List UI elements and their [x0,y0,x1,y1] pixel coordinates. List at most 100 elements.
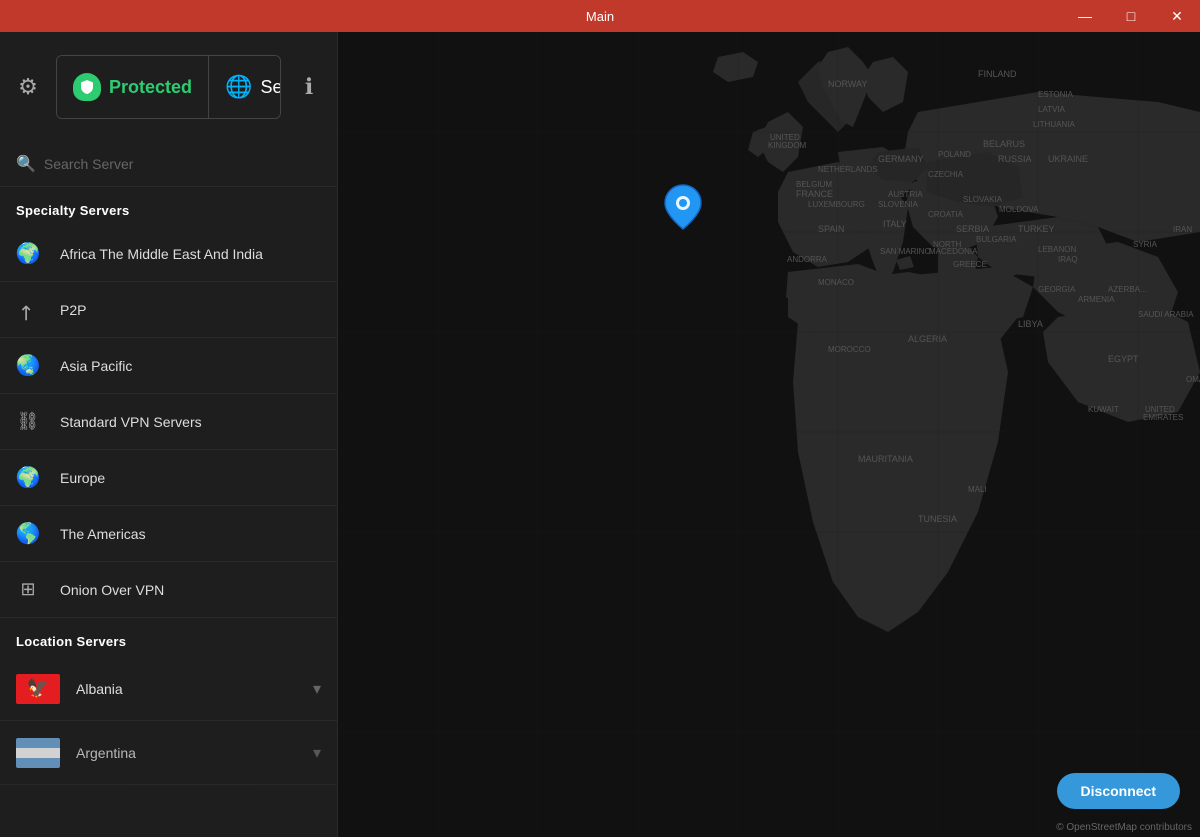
svg-text:OMAN: OMAN [1186,375,1200,384]
menu-label-asia: Asia Pacific [60,358,132,374]
disconnect-button[interactable]: Disconnect [1057,773,1180,809]
settings-button[interactable] [8,75,48,99]
svg-text:ARMENIA: ARMENIA [1078,295,1115,304]
location-item-argentina[interactable]: Argentina ▾ [0,721,337,785]
menu-item-standard[interactable]: ⛓ Standard VPN Servers [0,394,337,450]
svg-text:ITALY: ITALY [883,219,907,229]
svg-text:MAURITANIA: MAURITANIA [858,454,913,464]
svg-text:TURKEY: TURKEY [1018,224,1055,234]
shield-icon [73,73,101,101]
svg-text:MALI: MALI [968,485,987,494]
location-label-argentina: Argentina [76,745,297,761]
search-input[interactable] [44,156,321,172]
svg-text:MOROCCO: MOROCCO [828,345,871,354]
menu-item-asia[interactable]: 🌏 Asia Pacific [0,338,337,394]
svg-text:BELGIUM: BELGIUM [796,180,832,189]
specialty-servers-header: Specialty Servers [0,187,337,226]
header-bar: Protected 🌐 Serbia ⇥ Log out inbody.5@gm… [0,32,337,142]
svg-text:GEORGIA: GEORGIA [1038,285,1076,294]
svg-text:LUXEMBOURG: LUXEMBOURG [808,200,865,209]
svg-text:MACEDONIA: MACEDONIA [929,247,978,256]
svg-text:CROATIA: CROATIA [928,210,964,219]
svg-text:AZERBA...: AZERBA... [1108,285,1147,294]
svg-text:KINGDOM: KINGDOM [768,141,807,150]
svg-text:MONACO: MONACO [818,278,854,287]
protected-label: Protected [109,77,192,98]
menu-label-africa: Africa The Middle East And India [60,246,263,262]
app-title: Main [586,9,614,24]
menu-label-onion: Onion Over VPN [60,582,164,598]
svg-text:IRAN: IRAN [1173,225,1192,234]
minimize-button[interactable]: — [1062,0,1108,32]
menu-item-onion[interactable]: ⊞ Onion Over VPN [0,562,337,618]
svg-text:MOLDOVA: MOLDOVA [999,205,1039,214]
globe-asia-icon: 🌏 [16,354,40,378]
location-section: 🌐 Serbia [209,56,281,118]
onion-icon: ⊞ [16,578,40,602]
svg-text:SPAIN: SPAIN [818,224,844,234]
osm-credit: © OpenStreetMap contributors [1056,822,1192,833]
svg-text:ALGERIA: ALGERIA [908,334,947,344]
maximize-button[interactable]: □ [1108,0,1154,32]
svg-text:RUSSIA: RUSSIA [998,154,1032,164]
gear-icon [16,75,40,99]
sidebar: Protected 🌐 Serbia ⇥ Log out inbody.5@gm… [0,32,338,837]
svg-text:GERMANY: GERMANY [878,154,924,164]
location-servers-header: Location Servers [0,618,337,657]
svg-text:SLOVENIA: SLOVENIA [878,200,919,209]
location-label-albania: Albania [76,681,297,697]
flag-albania [16,674,60,704]
svg-text:GREECE: GREECE [953,260,987,269]
info-icon [297,75,321,99]
svg-text:TUNESIA: TUNESIA [918,514,957,524]
title-bar: Main — □ ✕ [0,0,1200,32]
globe-europe-icon: 🌍 [16,466,40,490]
close-button[interactable]: ✕ [1154,0,1200,32]
svg-text:FRANCE: FRANCE [796,189,833,199]
svg-text:SLOVAKIA: SLOVAKIA [963,195,1003,204]
info-button[interactable] [289,75,329,99]
svg-text:KUWAIT: KUWAIT [1088,405,1119,414]
svg-text:ESTONIA: ESTONIA [1038,90,1074,99]
svg-text:EMIRATES: EMIRATES [1143,413,1183,422]
svg-text:LATVIA: LATVIA [1038,105,1066,114]
svg-text:BELARUS: BELARUS [983,139,1025,149]
svg-text:NETHERLANDS: NETHERLANDS [818,165,878,174]
window-controls: — □ ✕ [1062,0,1200,32]
menu-label-p2p: P2P [60,302,86,318]
flag-argentina [16,738,60,768]
svg-text:SAUDI ARABIA: SAUDI ARABIA [1138,310,1194,319]
svg-text:ANDORRA: ANDORRA [787,255,828,264]
svg-text:IRAQ: IRAQ [1058,255,1078,264]
menu-item-africa[interactable]: 🌍 Africa The Middle East And India [0,226,337,282]
svg-text:BULGARIA: BULGARIA [976,235,1017,244]
svg-text:UKRAINE: UKRAINE [1048,154,1088,164]
map-svg: NORWAY FINLAND ESTONIA LATVIA LITHUANIA … [338,32,1200,837]
svg-text:CZECHIA: CZECHIA [928,170,964,179]
globe-icon: 🌐 [225,74,252,100]
current-location: Serbia [260,77,281,98]
menu-item-americas[interactable]: 🌎 The Americas [0,506,337,562]
chevron-argentina-icon: ▾ [313,743,321,763]
vpn-icon: ⛓ [16,410,40,434]
globe-americas-icon: 🌎 [16,522,40,546]
menu-label-americas: The Americas [60,526,146,542]
svg-text:LIBYA: LIBYA [1018,319,1043,329]
svg-text:NORWAY: NORWAY [828,79,867,89]
p2p-icon: ↗ [11,293,45,327]
svg-text:FINLAND: FINLAND [978,69,1017,79]
svg-text:SERBIA: SERBIA [956,224,989,234]
protected-section: Protected [57,56,209,118]
menu-label-standard: Standard VPN Servers [60,414,202,430]
svg-text:POLAND: POLAND [938,150,971,159]
menu-label-europe: Europe [60,470,105,486]
search-container: 🔍 [0,142,337,187]
map-area: NORWAY FINLAND ESTONIA LATVIA LITHUANIA … [338,32,1200,837]
globe-africa-icon: 🌍 [16,242,40,266]
menu-item-europe[interactable]: 🌍 Europe [0,450,337,506]
svg-text:LEBANON: LEBANON [1038,245,1076,254]
svg-text:LITHUANIA: LITHUANIA [1033,120,1075,129]
app-body: Protected 🌐 Serbia ⇥ Log out inbody.5@gm… [0,32,1200,837]
menu-item-p2p[interactable]: ↗ P2P [0,282,337,338]
location-item-albania[interactable]: Albania ▾ [0,657,337,721]
